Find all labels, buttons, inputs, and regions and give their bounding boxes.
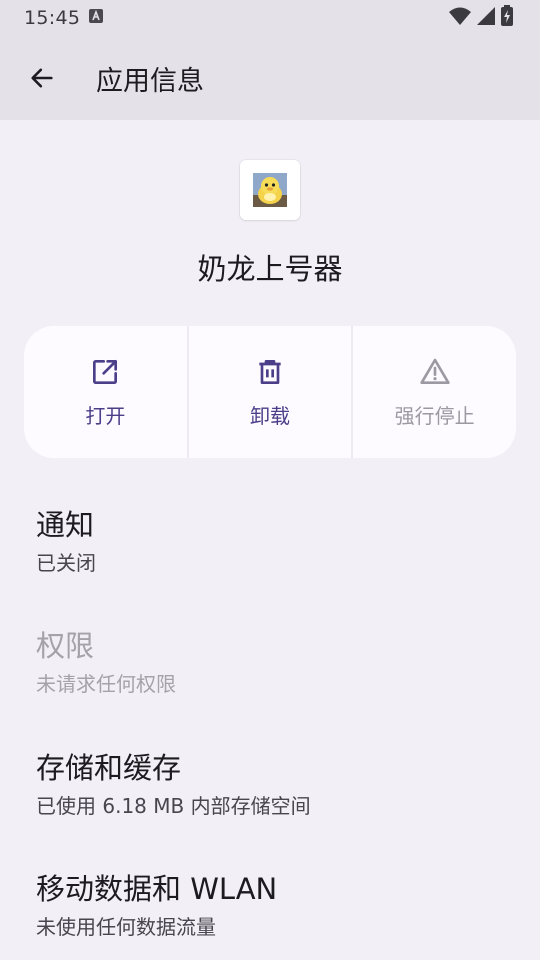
page-title: 应用信息 — [96, 65, 204, 97]
arrow-back-icon — [31, 68, 53, 88]
status-bar: 15:45 — [0, 0, 540, 36]
force-stop-button[interactable]: 强行停止 — [351, 326, 516, 458]
setting-title: 存储和缓存 — [36, 751, 182, 785]
keyboard-notification-icon — [88, 8, 104, 28]
status-time: 15:45 — [24, 7, 81, 29]
mobile-data-wlan-setting[interactable]: 移动数据和 WLAN 未使用任何数据流量 — [36, 870, 506, 940]
open-button-label: 打开 — [85, 403, 126, 428]
setting-title: 移动数据和 WLAN — [36, 872, 278, 906]
uninstall-button[interactable]: 卸载 — [186, 326, 352, 458]
app-header: 奶龙上号器 — [0, 160, 540, 288]
yellow-dragon-avatar-icon — [253, 173, 287, 207]
status-left: 15:45 — [24, 7, 104, 29]
open-external-icon — [93, 359, 118, 384]
cellular-signal-icon — [476, 6, 496, 30]
setting-summary: 未使用任何数据流量 — [36, 915, 216, 939]
action-card: 打开 卸载 强行停止 — [24, 326, 516, 458]
open-button[interactable]: 打开 — [24, 326, 187, 458]
setting-summary: 已关闭 — [36, 551, 96, 575]
status-right — [448, 5, 514, 31]
back-button[interactable] — [18, 54, 66, 102]
permissions-setting[interactable]: 权限 未请求任何权限 — [36, 627, 506, 697]
setting-summary: 已使用 6.18 MB 内部存储空间 — [36, 794, 311, 818]
setting-summary: 未请求任何权限 — [36, 672, 176, 696]
warning-icon — [420, 358, 450, 384]
trash-icon — [259, 359, 281, 384]
setting-title: 通知 — [36, 508, 95, 542]
app-bar: 应用信息 — [0, 36, 540, 120]
wifi-icon — [448, 6, 472, 30]
setting-title: 权限 — [36, 629, 95, 663]
force-stop-button-label: 强行停止 — [394, 403, 475, 428]
uninstall-button-label: 卸载 — [250, 403, 290, 428]
app-name: 奶龙上号器 — [197, 252, 343, 286]
storage-cache-setting[interactable]: 存储和缓存 已使用 6.18 MB 内部存储空间 — [36, 749, 506, 819]
battery-icon — [500, 5, 514, 31]
notifications-setting[interactable]: 通知 已关闭 — [36, 506, 506, 576]
app-icon — [240, 160, 300, 220]
